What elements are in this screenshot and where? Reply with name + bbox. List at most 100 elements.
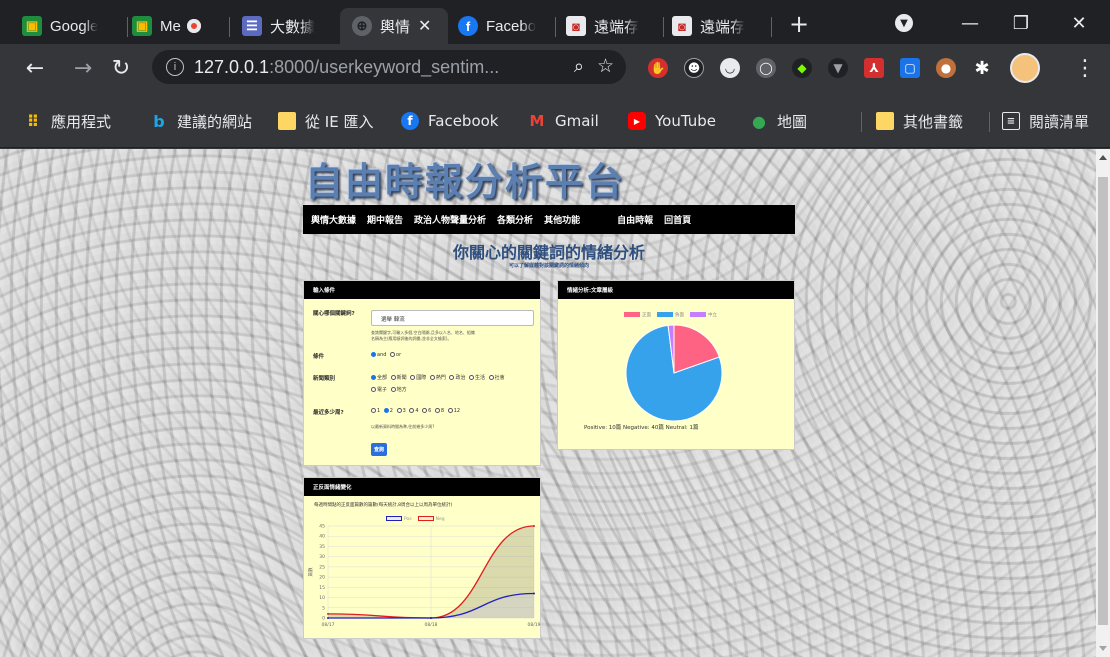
input-panel-title: 輸入條件 — [304, 281, 540, 299]
tab-meet[interactable]: ▣ Me — [132, 8, 230, 44]
radio-week-6[interactable] — [422, 408, 428, 413]
bookmark-label: 閱讀清單 — [1029, 112, 1090, 131]
scrollbar-thumb[interactable] — [1098, 177, 1108, 625]
y-tick-label: 35 — [319, 544, 325, 550]
data-point-pos[interactable] — [430, 617, 432, 619]
tab-sentiment-active[interactable]: ⊕ 輿情 ✕ — [340, 8, 448, 44]
zoom-icon[interactable]: ⌕ — [574, 56, 584, 77]
y-axis-label: 篇數 — [307, 567, 314, 576]
radio-local[interactable] — [390, 387, 396, 392]
restore-button[interactable]: ❐ — [1006, 8, 1036, 38]
mask-extension-icon[interactable]: ◡ — [720, 58, 740, 78]
data-point-pos[interactable] — [327, 617, 329, 619]
x-tick-label: 08/19 — [528, 622, 541, 628]
circle-extension-icon[interactable]: ◯ — [756, 58, 776, 78]
nav-item-ltn[interactable]: 自由時報 — [617, 213, 653, 226]
legend-negative[interactable]: 負面 — [657, 312, 684, 318]
tab-search-button[interactable]: ▼ — [889, 8, 919, 38]
menu-icon[interactable]: ⋮ — [1070, 53, 1100, 83]
nav-item-bigdata[interactable]: 輿情大數據 — [311, 213, 356, 226]
radio-week-12[interactable] — [447, 408, 453, 413]
tab-remote-2[interactable]: ◙ 遠端存 — [672, 8, 772, 44]
bookmark-reading-list[interactable]: ≡ 閱讀清單 — [1002, 110, 1089, 132]
pdf-extension-icon[interactable]: ⅄ — [864, 58, 884, 78]
radio-all[interactable] — [371, 375, 376, 380]
keyword-input[interactable]: 選舉 韓流 — [371, 310, 534, 326]
tab-remote-1[interactable]: ◙ 遠端存 — [566, 8, 664, 44]
radio-week-8[interactable] — [434, 408, 440, 413]
bookmark-label: 從 IE 匯入 — [305, 112, 374, 131]
address-bar[interactable]: i 127.0.0.1:8000/userkeyword_sentim... ⌕… — [152, 50, 626, 84]
radio-world[interactable] — [410, 375, 416, 380]
tab-label: 遠端存 — [594, 18, 640, 36]
legend-swatch — [386, 516, 402, 521]
outline-extension-icon[interactable]: ▢ — [900, 58, 920, 78]
radio-week-4[interactable] — [409, 408, 415, 413]
category-radios-row1: 全部 新聞 國際 熱門 政治 生活 社會 — [371, 374, 505, 381]
radio-life[interactable] — [469, 375, 475, 380]
close-window-button[interactable]: ✕ — [1064, 8, 1094, 38]
minimize-button[interactable]: — — [955, 8, 985, 38]
bookmark-gmail[interactable]: M Gmail — [528, 110, 599, 132]
y-tick-label: 20 — [319, 575, 325, 581]
page-heading: 你關心的關鍵詞的情緒分析 — [452, 243, 645, 262]
nav-item-midterm[interactable]: 期中報告 — [367, 213, 403, 226]
chevron-down-icon: ▼ — [895, 14, 913, 32]
shield-extension-icon[interactable]: ▼ — [828, 58, 848, 78]
info-icon[interactable]: i — [166, 58, 184, 76]
legend-positive[interactable]: 正面 — [624, 312, 651, 318]
bookmark-youtube[interactable]: ▶ YouTube — [628, 110, 716, 132]
data-point-neg[interactable] — [533, 525, 535, 527]
radio-week-1[interactable] — [371, 408, 376, 413]
y-tick-label: 5 — [322, 605, 325, 611]
radio-label: 新聞 — [396, 375, 407, 381]
radio-label: 6 — [428, 408, 432, 414]
radio-society[interactable] — [488, 375, 494, 380]
condition-label: 條件 — [313, 354, 325, 360]
legend-neutral[interactable]: 中立 — [690, 312, 717, 318]
radio-and[interactable] — [371, 352, 376, 357]
profile-avatar[interactable] — [1010, 53, 1040, 83]
radio-or[interactable] — [390, 352, 396, 357]
radio-electronics[interactable] — [371, 387, 376, 392]
bookmark-facebook[interactable]: f Facebook — [401, 110, 498, 132]
facebook-icon: f — [401, 112, 419, 130]
data-point-pos[interactable] — [533, 592, 535, 595]
scroll-down-icon[interactable] — [1099, 646, 1107, 651]
radio-news[interactable] — [390, 375, 396, 380]
nav-item-other[interactable]: 其他功能 — [544, 213, 580, 226]
nav-item-politician[interactable]: 政治人物聲量分析 — [414, 213, 486, 226]
bookmark-maps[interactable]: ● 地圖 — [750, 110, 807, 132]
radio-politics[interactable] — [449, 375, 455, 380]
forward-button[interactable]: → — [68, 53, 98, 83]
cookie-extension-icon[interactable]: ● — [936, 58, 956, 78]
reload-button[interactable]: ↻ — [106, 53, 136, 83]
adblock-extension-icon[interactable]: ✋ — [648, 58, 668, 78]
radio-week-3[interactable] — [396, 408, 402, 413]
query-button[interactable]: 查詢 — [371, 443, 387, 456]
data-point-neg[interactable] — [327, 612, 329, 615]
puzzle-extensions-icon[interactable]: ✱ — [972, 58, 992, 79]
nav-item-home[interactable]: 回首頁 — [664, 213, 691, 226]
arrow-left-icon: ← — [25, 55, 45, 81]
back-button[interactable]: ← — [20, 53, 50, 83]
close-tab-icon[interactable]: ✕ — [418, 16, 431, 36]
bookmark-suggested[interactable]: b 建議的網站 — [150, 110, 252, 132]
alien-extension-icon[interactable]: ◆ — [792, 58, 812, 78]
bookmark-star-icon[interactable]: ☆ — [597, 55, 614, 78]
nav-item-analysis[interactable]: 各類分析 — [497, 213, 533, 226]
radio-week-2[interactable] — [383, 408, 389, 413]
tab-google[interactable]: ▣ Google — [22, 8, 128, 44]
tab-facebook[interactable]: f Facebo — [458, 8, 556, 44]
bookmark-label: 地圖 — [777, 112, 808, 131]
tab-bigdata[interactable]: ☰ 大數據 — [242, 8, 338, 44]
new-tab-button[interactable]: + — [786, 12, 812, 38]
scroll-up-icon[interactable] — [1099, 155, 1107, 160]
radio-label: 12 — [453, 408, 461, 414]
bookmark-ie-import[interactable]: 從 IE 匯入 — [278, 110, 373, 132]
mascot-extension-icon[interactable]: ☻ — [684, 58, 704, 78]
bookmark-other[interactable]: 其他書籤 — [876, 110, 963, 132]
page-scrollbar[interactable] — [1096, 149, 1110, 657]
radio-hot[interactable] — [429, 375, 435, 380]
bookmark-apps[interactable]: ⠿ 應用程式 — [24, 110, 111, 132]
